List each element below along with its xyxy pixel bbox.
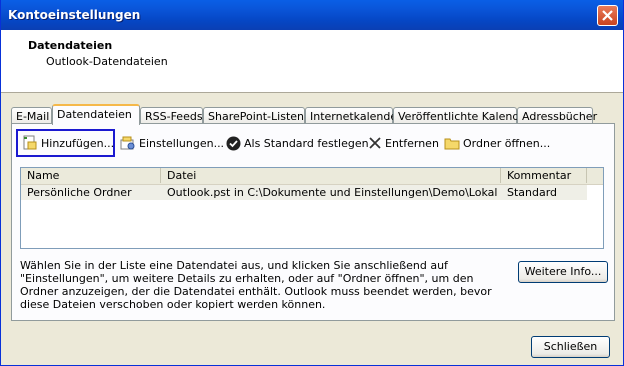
open-folder-button[interactable]: Ordner öffnen... [444, 134, 550, 152]
row-comment: Standard [507, 186, 558, 199]
tab-address-books[interactable]: Adressbücher [517, 107, 597, 124]
open-folder-button-label: Ordner öffnen... [463, 136, 551, 150]
tab-rss-feeds[interactable]: RSS-Feeds [140, 107, 203, 124]
data-files-list[interactable]: Name Datei Kommentar Persönliche Ordner … [20, 167, 604, 249]
add-button-label: Hinzufügen... [41, 136, 115, 150]
header-title: Datendateien [28, 39, 113, 52]
column-header-name[interactable]: Name [21, 168, 161, 183]
window-title: Kontoeinstellungen [8, 8, 141, 22]
settings-icon [120, 136, 135, 150]
tab-internet-calendars[interactable]: Internetkalender [305, 107, 402, 124]
row-file: Outlook.pst in C:\Dokumente und Einstell… [167, 186, 497, 199]
add-file-icon [23, 135, 37, 150]
title-bar[interactable]: Kontoeinstellungen [1, 0, 623, 30]
checkmark-circle-icon [226, 136, 241, 150]
settings-button-label: Einstellungen... [139, 136, 225, 150]
folder-icon [444, 138, 460, 150]
remove-x-icon [369, 137, 381, 149]
remove-button[interactable]: Entfernen [368, 134, 439, 152]
set-default-button-label: Als Standard festlegen [244, 136, 369, 150]
data-files-panel: Hinzufügen... Einstellungen... Als Stand… [11, 123, 615, 321]
close-icon [602, 10, 613, 21]
tab-email[interactable]: E-Mail [11, 107, 52, 124]
tab-published-calendars[interactable]: Veröffentlichte Kalender [393, 107, 531, 124]
add-button[interactable]: Hinzufügen... [22, 134, 114, 152]
more-info-button[interactable]: Weitere Info... [518, 261, 608, 283]
settings-button[interactable]: Einstellungen... [120, 134, 224, 152]
header-subtitle: Outlook-Datendateien [46, 55, 168, 68]
window-close-button[interactable] [597, 5, 618, 26]
close-button[interactable]: Schließen [531, 336, 610, 358]
instructions-text: Wählen Sie in der Liste eine Datendatei … [20, 259, 492, 311]
set-default-button[interactable]: Als Standard festlegen [226, 134, 369, 152]
row-name: Persönliche Ordner [27, 186, 132, 199]
column-header-comment[interactable]: Kommentar [501, 168, 587, 183]
list-row[interactable]: Persönliche Ordner Outlook.pst in C:\Dok… [21, 185, 587, 200]
remove-button-label: Entfernen [385, 136, 439, 150]
toolbar: Hinzufügen... Einstellungen... Als Stand… [16, 129, 608, 157]
list-header: Name Datei Kommentar [21, 168, 603, 185]
column-header-file[interactable]: Datei [161, 168, 501, 183]
dialog-header: Datendateien Outlook-Datendateien [1, 30, 623, 93]
tab-data-files[interactable]: Datendateien [52, 104, 140, 125]
tab-sharepoint-lists[interactable]: SharePoint-Listen [203, 107, 305, 124]
account-settings-dialog: Kontoeinstellungen Datendateien Outlook-… [0, 0, 624, 366]
